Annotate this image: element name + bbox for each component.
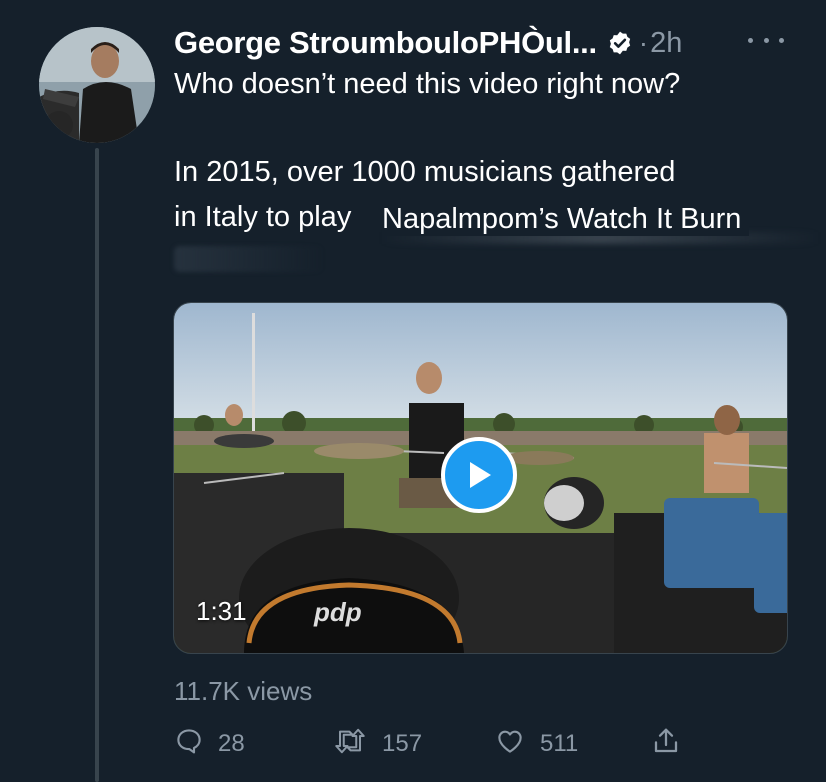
play-icon[interactable] [441, 437, 517, 513]
verified-badge-icon [607, 30, 633, 56]
more-icon[interactable] [748, 28, 784, 52]
like-count: 511 [540, 730, 579, 757]
tweet-text-line-2: In 2015, over 1000 musicians gathered [174, 156, 676, 188]
reply-count: 28 [218, 730, 245, 757]
svg-text:pdp: pdp [313, 597, 362, 627]
action-bar: 28 157 511 [174, 728, 794, 760]
tweet-header: George StroumbouloPHÒul... · 2h [174, 22, 682, 64]
retweet-button[interactable]: 157 [332, 728, 422, 760]
video-duration: 1:31 [196, 596, 247, 626]
overlay-text: Napalmpom’s Watch It Burn [382, 203, 750, 236]
tweet-text-line-3: in Italy to play [174, 201, 352, 233]
like-icon [494, 726, 540, 763]
retweet-icon [332, 726, 382, 763]
tweet-text-line-1: Who doesn’t need this video right now? [174, 68, 681, 100]
reply-icon [174, 726, 218, 763]
retweet-count: 157 [382, 730, 423, 757]
thread-line [95, 148, 99, 782]
share-icon [650, 725, 696, 764]
avatar[interactable] [39, 27, 155, 143]
reply-button[interactable]: 28 [174, 728, 245, 760]
timestamp[interactable]: 2h [650, 27, 682, 60]
ghost-text-line [174, 246, 324, 272]
separator-dot: · [638, 27, 649, 58]
share-button[interactable] [650, 728, 696, 760]
display-name[interactable]: George StroumbouloPHÒul... [174, 25, 597, 61]
like-button[interactable]: 511 [494, 728, 578, 760]
view-count: 11.7K views [174, 676, 313, 706]
